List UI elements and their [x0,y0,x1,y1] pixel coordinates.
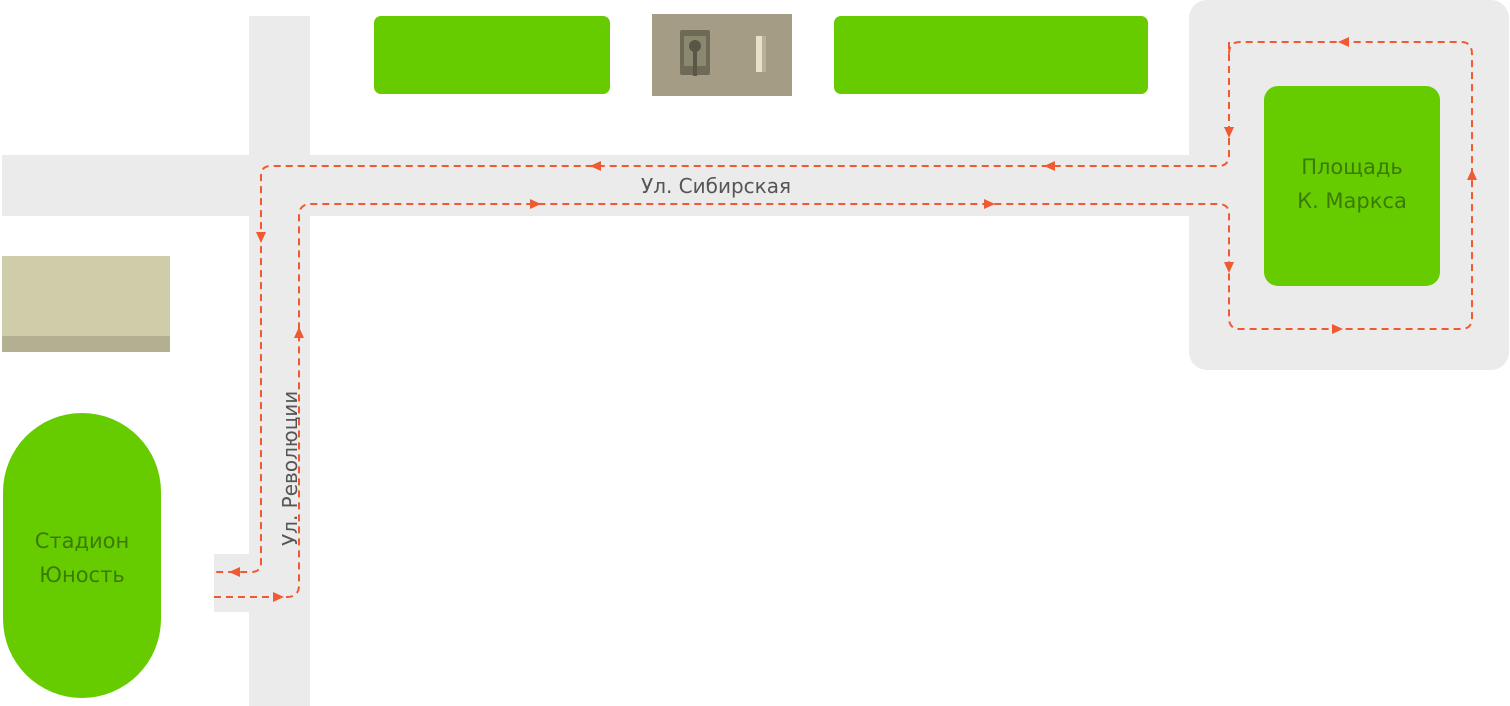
street-label-revolyutsii: Ул. Революции [278,390,302,546]
stadium-label-line2: Юность [39,563,125,587]
road-stadium-spur [214,554,254,612]
tank-monument-icon [652,14,792,96]
road-revolyutsii [249,16,310,706]
park-north-left [374,16,610,94]
building [2,256,170,336]
street-label-sibirskaya: Ул. Сибирская [641,174,792,198]
park-north-right [834,16,1148,94]
square-label: Площадь К. Маркса [1264,150,1440,218]
building-shadow [2,336,170,352]
stadium-label: Стадион Юность [3,524,161,592]
square-label-line1: Площадь [1301,155,1403,179]
stadium-label-line1: Стадион [34,529,130,553]
road-sibirskaya [2,155,1232,216]
square-label-line2: К. Маркса [1297,189,1407,213]
route-return [214,42,1230,573]
route-map [2,0,1509,706]
